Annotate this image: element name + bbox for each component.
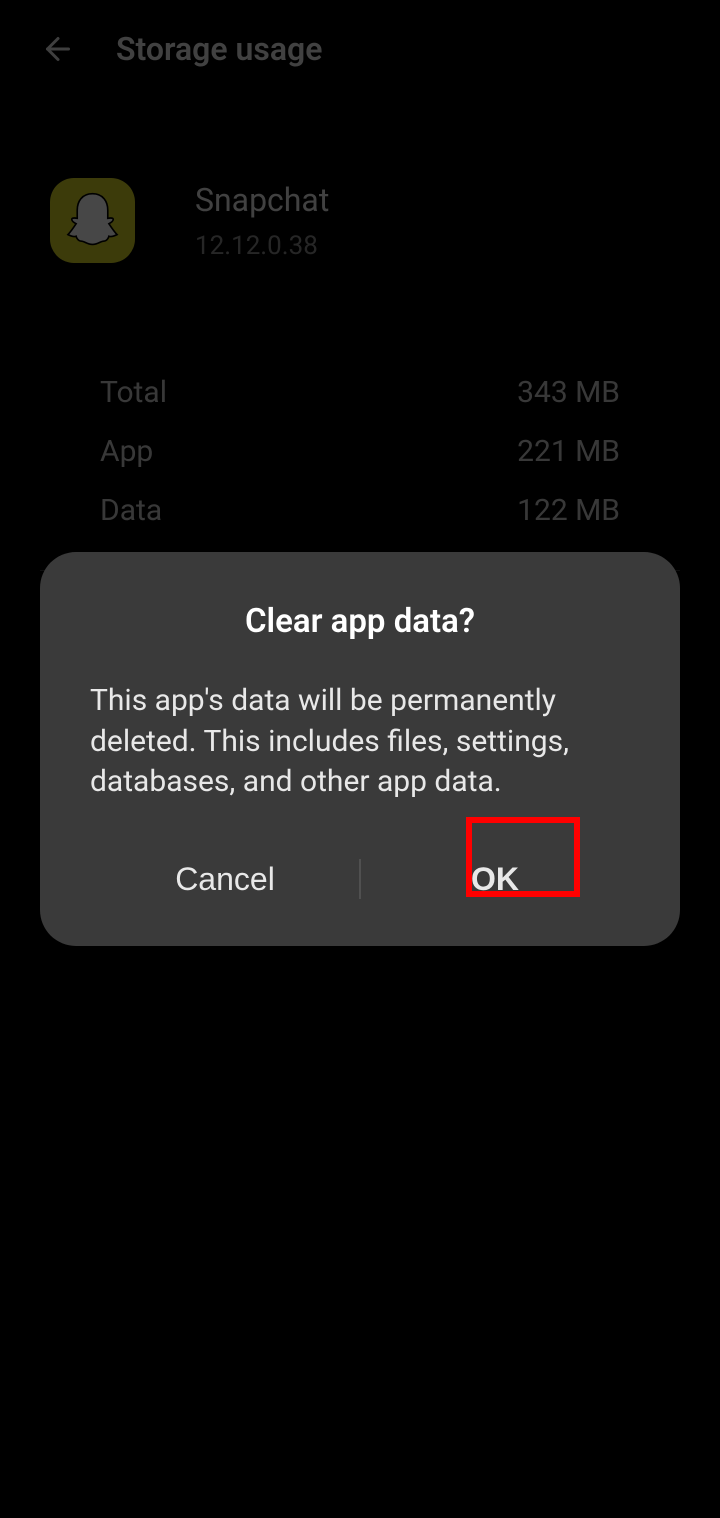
clear-data-dialog: Clear app data? This app's data will be … (40, 552, 680, 946)
dialog-title: Clear app data? (90, 602, 630, 641)
dialog-message: This app's data will be permanently dele… (90, 681, 630, 803)
button-divider (360, 859, 361, 899)
dialog-button-row: Cancel OK (90, 843, 630, 916)
ok-button[interactable]: OK (360, 843, 630, 916)
modal-overlay: Clear app data? This app's data will be … (0, 0, 720, 1518)
cancel-button[interactable]: Cancel (90, 843, 360, 916)
